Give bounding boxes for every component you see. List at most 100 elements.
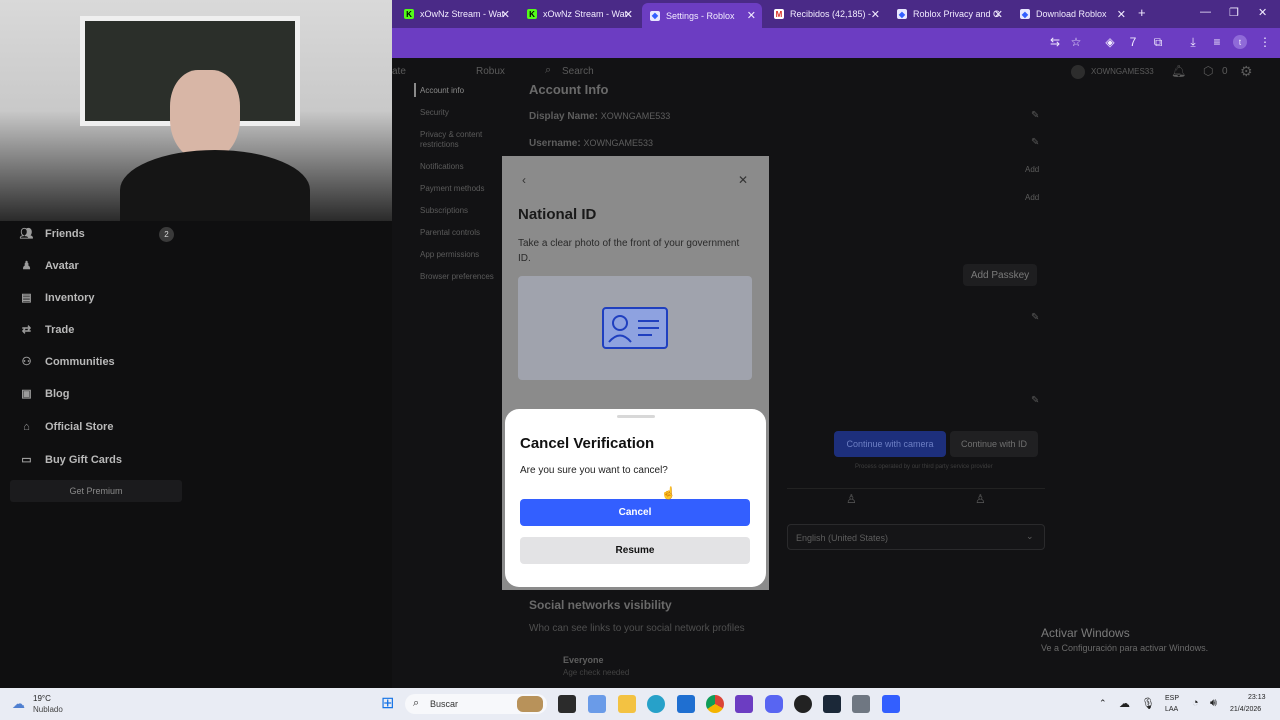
settings-nav-subscriptions[interactable]: Subscriptions — [420, 206, 468, 215]
settings-nav-notifications[interactable]: Notifications — [420, 162, 464, 171]
edit-icon[interactable]: ✎ — [1031, 110, 1039, 121]
get-premium-button[interactable]: Get Premium — [10, 480, 182, 502]
settings-nav-privacy[interactable]: Privacy & content restrictions — [420, 130, 492, 150]
close-icon[interactable]: ✕ — [624, 8, 633, 21]
edit-icon[interactable]: ✎ — [1031, 312, 1039, 323]
lang-code[interactable]: ESP — [1165, 695, 1179, 702]
settings-nav-parental[interactable]: Parental controls — [420, 228, 480, 237]
sidebar-item-official-store[interactable]: ⌂ Official Store — [20, 420, 113, 433]
add-passkey-button[interactable]: Add Passkey — [963, 264, 1037, 286]
steam-icon[interactable] — [823, 695, 841, 713]
close-icon[interactable]: ✕ — [738, 173, 748, 187]
add-link[interactable]: Add — [1025, 165, 1039, 174]
weather-icon[interactable]: ☁ — [12, 696, 25, 712]
cancel-button[interactable]: Cancel — [520, 499, 750, 526]
onedrive-icon[interactable]: ☁ — [1119, 697, 1130, 710]
sidebar-item-friends[interactable]: 👥︎ Friends — [20, 227, 85, 241]
giftcard-icon: ▭ — [21, 454, 32, 466]
chrome-icon[interactable] — [706, 695, 724, 713]
continue-id-button[interactable]: Continue with ID — [950, 431, 1038, 457]
restore-icon[interactable]: ❐ — [1229, 6, 1239, 19]
drag-handle[interactable] — [617, 415, 655, 418]
id-card-icon — [602, 307, 668, 349]
edge-icon[interactable] — [647, 695, 665, 713]
edit-icon[interactable]: ✎ — [1031, 137, 1039, 148]
discord-icon[interactable] — [765, 695, 783, 713]
roblox-icon: ◆ — [650, 10, 660, 21]
tab-settings-roblox[interactable]: ◆ Settings - Roblox ✕ — [642, 3, 762, 28]
clock-date[interactable]: 21/4/2026 — [1230, 706, 1261, 713]
copilot-icon[interactable] — [588, 695, 606, 713]
close-icon[interactable]: ✕ — [871, 8, 880, 21]
settings-nav-app-permissions[interactable]: App permissions — [420, 250, 479, 259]
profile-avatar[interactable]: t — [1233, 35, 1247, 49]
header-username[interactable]: XOWNGAMES33 — [1091, 67, 1154, 76]
sidebar-item-communities[interactable]: ⚇ Communities — [20, 355, 115, 369]
windows-start-icon[interactable]: ⊞ — [381, 695, 399, 713]
wifi-icon[interactable]: ◔ — [1192, 697, 1199, 709]
edit-icon[interactable]: ✎ — [1031, 395, 1039, 406]
minimize-icon[interactable]: — — [1200, 6, 1211, 18]
calculator-icon[interactable] — [852, 695, 870, 713]
language-select[interactable]: English (United States) ⌄ — [787, 524, 1045, 550]
browser-active-icon[interactable] — [735, 695, 753, 713]
resume-button[interactable]: Resume — [520, 537, 750, 564]
tab-label: xOwNz Stream - Wat — [420, 9, 505, 19]
close-icon[interactable]: ✕ — [501, 8, 510, 21]
translate-icon[interactable]: ⇆ — [1047, 34, 1063, 50]
close-icon[interactable]: ✕ — [747, 9, 756, 22]
tab-kick-1[interactable]: K xOwNz Stream - Wat ✕ — [396, 3, 516, 25]
robux-icon[interactable]: ⬡ — [1203, 64, 1213, 78]
sidebar-item-avatar[interactable]: ♟ Avatar — [20, 259, 79, 273]
tab-roblox-privacy[interactable]: ◆ Roblox Privacy and C ✕ — [889, 3, 1009, 25]
menu-icon[interactable]: ⋮ — [1257, 34, 1273, 50]
user-avatar[interactable] — [1071, 65, 1085, 79]
roblox-icon[interactable] — [882, 695, 900, 713]
task-view-icon[interactable] — [558, 695, 576, 713]
tab-download-roblox[interactable]: ◆ Download Roblox ✕ — [1012, 3, 1132, 25]
back-icon[interactable]: ‹ — [522, 173, 526, 187]
gear-icon[interactable]: ⚙ — [1240, 63, 1253, 80]
obs-icon[interactable] — [794, 695, 812, 713]
webcam-overlay — [0, 0, 392, 221]
close-icon[interactable]: ✕ — [994, 8, 1003, 21]
chevron-up-icon[interactable]: ⌃ — [1099, 698, 1107, 709]
puzzle-icon[interactable]: ⧉ — [1150, 34, 1166, 50]
tab-label: xOwNz Stream - Wat — [543, 9, 628, 19]
tab-gmail[interactable]: M Recibidos (42,185) - ✕ — [766, 3, 886, 25]
sidebar-item-blog[interactable]: ▣ Blog — [20, 387, 69, 401]
settings-nav-browser-prefs[interactable]: Browser preferences — [420, 272, 494, 281]
clock-time[interactable]: 23:13 — [1248, 694, 1266, 701]
sidebar-item-inventory[interactable]: ▤ Inventory — [20, 291, 94, 305]
reading-list-icon[interactable]: ≡ — [1209, 34, 1225, 50]
extension-icon[interactable]: ◈ — [1102, 34, 1118, 50]
robux-link[interactable]: Robux — [476, 66, 505, 77]
mic-icon[interactable]: 🎙︎ — [1141, 697, 1155, 710]
settings-nav-payment[interactable]: Payment methods — [420, 184, 484, 193]
extension-icon[interactable]: 7 — [1125, 34, 1141, 50]
lang-layout[interactable]: LAA — [1165, 706, 1178, 713]
taskbar-search[interactable]: ⌕ Buscar — [405, 694, 547, 714]
sidebar-item-trade[interactable]: ⇄ Trade — [20, 323, 74, 337]
tab-kick-2[interactable]: K xOwNz Stream - Wat ✕ — [519, 3, 639, 25]
search-input[interactable]: Search — [562, 66, 594, 77]
visibility-option[interactable]: Everyone — [563, 655, 604, 665]
add-link[interactable]: Add — [1025, 193, 1039, 202]
settings-nav-security[interactable]: Security — [420, 108, 449, 117]
file-explorer-icon[interactable] — [618, 695, 636, 713]
volume-icon[interactable]: 🔊︎ — [1210, 697, 1217, 710]
hand-cursor-icon: ☝ — [661, 486, 676, 500]
new-tab-button[interactable]: + — [1138, 5, 1146, 20]
header-partial[interactable]: ate — [392, 66, 406, 77]
person-icon: ♙ — [846, 492, 857, 506]
display-name-value: XOWNGAME533 — [600, 111, 671, 121]
continue-camera-button[interactable]: Continue with camera — [834, 431, 946, 457]
bell-icon[interactable]: 🔔︎ — [1171, 64, 1186, 78]
sidebar-item-gift-cards[interactable]: ▭ Buy Gift Cards — [20, 453, 122, 467]
close-icon[interactable]: ✕ — [1117, 8, 1126, 21]
star-icon[interactable]: ☆ — [1068, 34, 1084, 50]
close-window-icon[interactable]: ✕ — [1258, 6, 1267, 19]
download-icon[interactable]: ⤓ — [1185, 34, 1201, 50]
settings-nav-account-info[interactable]: Account info — [420, 86, 464, 95]
store-icon[interactable] — [677, 695, 695, 713]
